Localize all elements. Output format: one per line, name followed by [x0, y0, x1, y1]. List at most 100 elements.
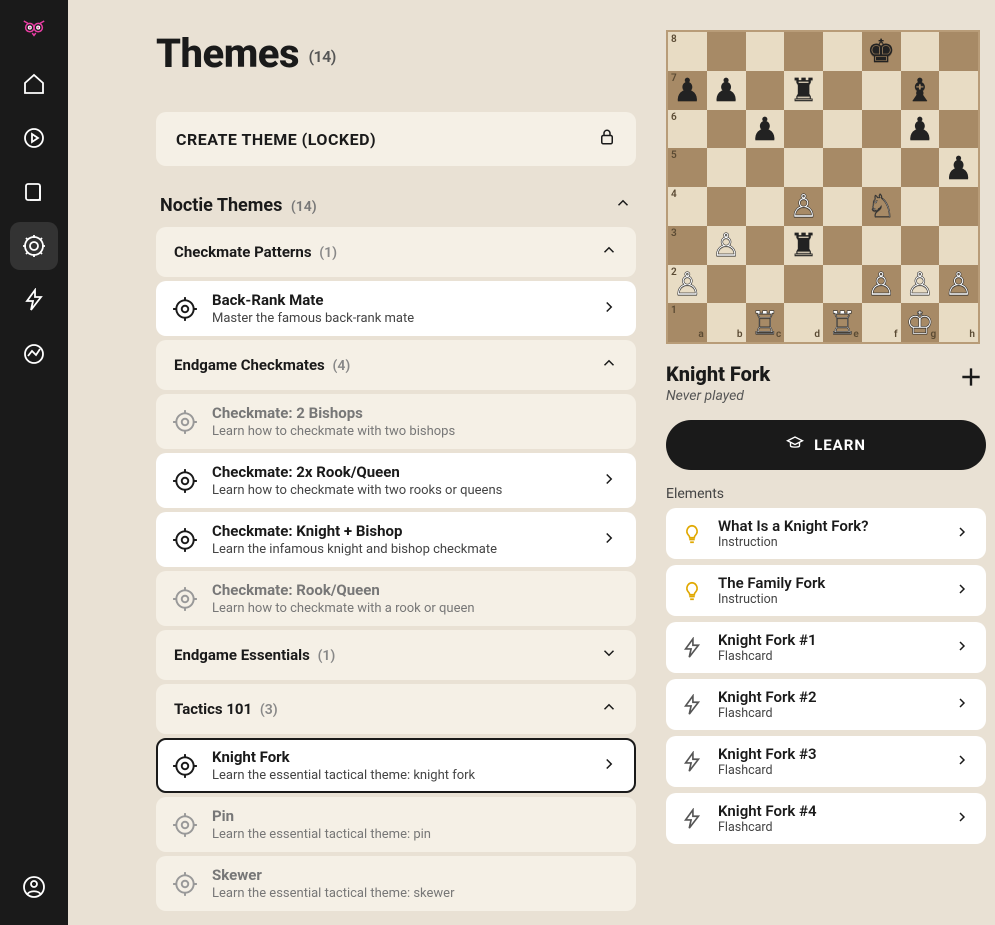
group-count: (1) [319, 245, 337, 261]
board-square [746, 71, 785, 110]
board-square [862, 226, 901, 265]
lock-icon [598, 128, 616, 150]
piece-wp: ♙ [944, 268, 973, 300]
board-square: c♖ [746, 303, 785, 342]
chess-board: 8♚7♟♟♜♝6♟♟5♟4♙♘3♙♜2♙♙♙♙1abc♖de♖fg♔h [666, 30, 980, 344]
element-subtitle: Flashcard [718, 649, 940, 664]
chevron-right-icon [600, 470, 618, 492]
board-square: ♟ [707, 71, 746, 110]
theme-item[interactable]: PinLearn the essential tactical theme: p… [156, 797, 636, 852]
page-count: (14) [308, 47, 335, 66]
nav-bolt[interactable] [10, 276, 58, 324]
group-header[interactable]: Endgame Checkmates (4) [156, 340, 636, 390]
piece-bp: ♟ [673, 74, 702, 106]
nav-stats[interactable] [10, 330, 58, 378]
file-label: a [698, 329, 703, 340]
target-icon [170, 810, 200, 840]
theme-item[interactable]: Checkmate: Rook/QueenLearn how to checkm… [156, 571, 636, 626]
board-square: 5 [668, 148, 707, 187]
chevron-right-icon [954, 752, 970, 772]
element-item[interactable]: Knight Fork #4Flashcard [666, 793, 986, 844]
element-title: Knight Fork #2 [718, 688, 940, 706]
chevron-right-icon [954, 638, 970, 658]
group-header[interactable]: Tactics 101 (3) [156, 684, 636, 734]
chevron-up-icon [614, 194, 632, 217]
nav-themes[interactable] [10, 222, 58, 270]
board-square: ♙ [939, 265, 978, 304]
target-icon [170, 525, 200, 555]
piece-bp: ♟ [751, 113, 780, 145]
element-subtitle: Flashcard [718, 706, 940, 721]
rank-label: 7 [671, 73, 677, 84]
group-header[interactable]: Endgame Essentials (1) [156, 630, 636, 680]
board-square: ♙ [784, 187, 823, 226]
element-item[interactable]: Knight Fork #2Flashcard [666, 679, 986, 730]
logo-owl-icon [14, 10, 54, 50]
piece-wp: ♙ [906, 268, 935, 300]
theme-title: Pin [212, 807, 606, 825]
nav-home[interactable] [10, 60, 58, 108]
theme-title: Checkmate: 2 Bishops [212, 404, 606, 422]
piece-wr: ♖ [751, 307, 780, 339]
file-label: h [969, 329, 975, 340]
theme-item[interactable]: Checkmate: Knight + BishopLearn the infa… [156, 512, 636, 567]
theme-item[interactable]: SkewerLearn the essential tactical theme… [156, 856, 636, 911]
board-square [784, 265, 823, 304]
element-title: The Family Fork [718, 574, 940, 592]
board-square: ♚ [862, 32, 901, 71]
board-square: ♘ [862, 187, 901, 226]
piece-bp: ♟ [712, 74, 741, 106]
board-square [939, 71, 978, 110]
nav-account[interactable] [10, 863, 58, 911]
board-square [746, 32, 785, 71]
theme-subtitle: Learn the essential tactical theme: knig… [212, 768, 588, 783]
rank-label: 6 [671, 112, 677, 123]
nav-cards[interactable] [10, 168, 58, 216]
theme-title: Knight Fork [212, 748, 588, 766]
piece-wp: ♙ [673, 268, 702, 300]
theme-title: Back-Rank Mate [212, 291, 588, 309]
board-square [823, 148, 862, 187]
theme-item[interactable]: Checkmate: 2x Rook/QueenLearn how to che… [156, 453, 636, 508]
group-header[interactable]: Checkmate Patterns (1) [156, 227, 636, 277]
theme-item[interactable]: Back-Rank MateMaster the famous back-ran… [156, 281, 636, 336]
theme-item[interactable]: Checkmate: 2 BishopsLearn how to checkma… [156, 394, 636, 449]
board-square [901, 187, 940, 226]
element-title: Knight Fork #3 [718, 745, 940, 763]
theme-item[interactable]: Knight Fork Learn the essential tactical … [156, 738, 636, 793]
section-noctie-themes[interactable]: Noctie Themes (14) [156, 188, 636, 227]
board-square: ♝ [901, 71, 940, 110]
board-square: ♜ [784, 226, 823, 265]
element-item[interactable]: Knight Fork #1Flashcard [666, 622, 986, 673]
theme-subtitle: Learn how to checkmate with two rooks or… [212, 483, 588, 498]
piece-bb: ♝ [906, 74, 935, 106]
board-square [784, 148, 823, 187]
board-square: ♟ [901, 110, 940, 149]
board-square [823, 265, 862, 304]
board-square [901, 226, 940, 265]
bolt-icon [680, 693, 704, 717]
detail-title: Knight Fork [666, 362, 770, 386]
element-item[interactable]: What Is a Knight Fork?Instruction [666, 508, 986, 559]
piece-wp: ♙ [712, 229, 741, 261]
bulb-icon [680, 579, 704, 603]
chevron-right-icon [954, 581, 970, 601]
target-icon [170, 294, 200, 324]
board-square: 6 [668, 110, 707, 149]
board-square: h [939, 303, 978, 342]
create-theme-button[interactable]: CREATE THEME (LOCKED) [156, 112, 636, 166]
board-square: d [784, 303, 823, 342]
board-square [746, 265, 785, 304]
board-square [939, 32, 978, 71]
element-item[interactable]: Knight Fork #3Flashcard [666, 736, 986, 787]
add-button[interactable] [956, 362, 986, 392]
learn-button[interactable]: LEARN [666, 420, 986, 470]
bolt-icon [680, 807, 704, 831]
element-title: Knight Fork #1 [718, 631, 940, 649]
board-square [823, 32, 862, 71]
board-square [707, 187, 746, 226]
element-item[interactable]: The Family ForkInstruction [666, 565, 986, 616]
nav-play[interactable] [10, 114, 58, 162]
create-theme-label: CREATE THEME (LOCKED) [176, 130, 376, 149]
bulb-icon [680, 522, 704, 546]
